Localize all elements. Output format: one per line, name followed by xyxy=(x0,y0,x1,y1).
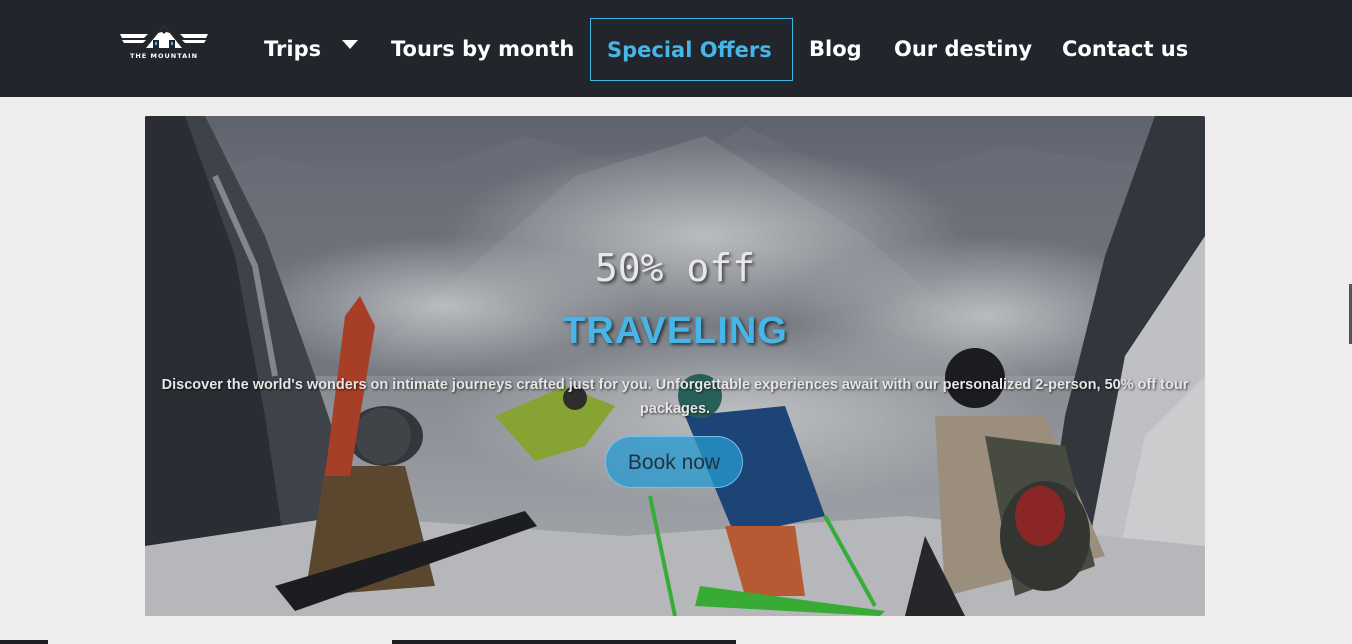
nav-item-special-offers[interactable]: Special Offers xyxy=(590,18,793,81)
hero-discount: 50% off xyxy=(594,246,756,290)
hero-banner: 50% off TRAVELING Discover the world's w… xyxy=(145,116,1205,616)
nav-item-contact-us[interactable]: Contact us xyxy=(1062,18,1188,81)
chevron-down-icon[interactable] xyxy=(342,40,358,49)
bottom-divider xyxy=(0,640,48,644)
hero-overlay xyxy=(145,116,1205,616)
hero-title: TRAVELING xyxy=(562,310,788,352)
nav-item-tours-by-month[interactable]: Tours by month xyxy=(391,18,574,81)
nav-item-trips[interactable]: Trips xyxy=(264,18,321,81)
top-navigation-bar: THE MOUNTAIN Trips Tours by month Specia… xyxy=(0,0,1352,97)
bottom-divider xyxy=(392,640,736,644)
main-nav: Trips Tours by month Special Offers Blog… xyxy=(0,0,1352,97)
hero-description: Discover the world's wonders on intimate… xyxy=(161,377,1189,417)
nav-item-our-destiny[interactable]: Our destiny xyxy=(894,18,1032,81)
nav-item-blog[interactable]: Blog xyxy=(809,18,862,81)
book-now-button[interactable]: Book now xyxy=(605,436,743,488)
